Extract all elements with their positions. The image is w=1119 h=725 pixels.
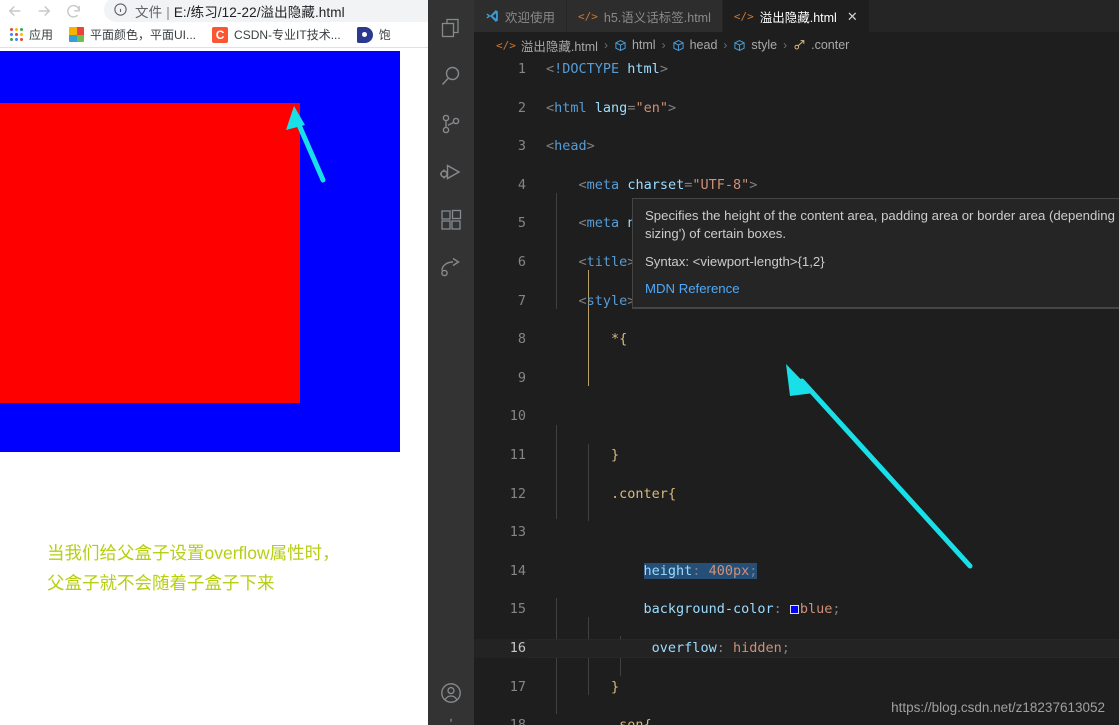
color-swatch-blue bbox=[789, 605, 799, 615]
code-editor[interactable]: 1 <!DOCTYPE html> 2 <html lang="en"> 3 <hea… bbox=[474, 58, 1119, 725]
run-debug-icon[interactable] bbox=[428, 148, 474, 196]
line-number: 18 bbox=[474, 716, 526, 725]
info-circle-icon[interactable] bbox=[113, 2, 128, 17]
line-number: 15 bbox=[509, 601, 526, 618]
line-number: 3 bbox=[517, 138, 526, 155]
breadcrumb-item-head[interactable]: head bbox=[690, 38, 718, 52]
back-arrow-icon[interactable] bbox=[6, 2, 24, 20]
live-share-icon[interactable] bbox=[428, 244, 474, 292]
annotation-arrow-up-icon bbox=[286, 106, 326, 183]
source-control-icon[interactable] bbox=[428, 100, 474, 148]
explorer-icon[interactable] bbox=[428, 4, 474, 52]
bookmark-csdn[interactable]: C CSDN-专业IT技术... bbox=[204, 22, 349, 48]
line-number: 13 bbox=[509, 524, 526, 541]
child-box-son bbox=[0, 103, 300, 403]
line-number: 6 bbox=[517, 253, 526, 270]
html-file-icon: </> bbox=[578, 9, 598, 23]
symbol-cube-icon bbox=[672, 39, 685, 52]
bookmark-label: CSDN-专业IT技术... bbox=[234, 28, 341, 42]
bookmark-blue-badge[interactable]: 饱 bbox=[349, 22, 399, 48]
tab-label: 溢出隐藏.html bbox=[759, 10, 837, 25]
line-number: 9 bbox=[517, 369, 526, 386]
line-number: 7 bbox=[517, 292, 526, 309]
breadcrumb-separator: › bbox=[603, 38, 608, 52]
tab-h5-semantic-html[interactable]: </> h5.语义话标签.html bbox=[567, 0, 723, 32]
rendered-page-viewport: 当我们给父盒子设置overflow属性时， 父盒子就不会随着子盒子下来 bbox=[0, 49, 428, 725]
apps-grid-icon bbox=[10, 28, 23, 41]
tab-welcome[interactable]: 欢迎使用 bbox=[474, 0, 568, 32]
line-number: 5 bbox=[517, 215, 526, 232]
extensions-icon[interactable] bbox=[428, 196, 474, 244]
bookmark-label: 平面颜色，平面UI... bbox=[90, 28, 197, 42]
line-number: 4 bbox=[517, 176, 526, 193]
tooltip-syntax: Syntax: <viewport-length>{1,2} bbox=[645, 254, 825, 269]
line-number: 10 bbox=[509, 408, 526, 425]
indent-guide bbox=[556, 425, 557, 519]
chrome-browser-window: 文件 | E:/练习/12-22/溢出隐藏.html 应用 平面颜色，平面UI...… bbox=[0, 0, 428, 725]
address-url-value: E:/练习/12-22/溢出隐藏.html bbox=[173, 4, 345, 20]
watermark-url: https://blog.csdn.net/z18237613052 bbox=[891, 700, 1105, 715]
line-number: 17 bbox=[509, 678, 526, 695]
breadcrumb-separator: › bbox=[783, 38, 788, 52]
html-file-icon: </> bbox=[733, 9, 754, 23]
line-number: 16 bbox=[509, 639, 526, 656]
breadcrumb-item-html[interactable]: html bbox=[632, 38, 656, 52]
browser-toolbar: 文件 | E:/练习/12-22/溢出隐藏.html bbox=[0, 0, 428, 22]
vscode-logo-icon bbox=[485, 9, 499, 23]
line-number: 11 bbox=[509, 446, 526, 463]
line-number: 14 bbox=[509, 562, 526, 579]
forward-arrow-icon[interactable] bbox=[35, 2, 53, 20]
breadcrumb-separator: › bbox=[723, 38, 728, 52]
symbol-cube-icon bbox=[614, 39, 627, 52]
vscode-window: 欢迎使用 </> h5.语义话标签.html </> 溢出隐藏.html ✕ <… bbox=[428, 0, 1119, 725]
line-number: 8 bbox=[517, 331, 526, 348]
editor-tab-bar: 欢迎使用 </> h5.语义话标签.html </> 溢出隐藏.html ✕ bbox=[474, 0, 1119, 32]
tab-label: h5.语义话标签.html bbox=[603, 10, 711, 25]
bookmark-apps[interactable]: 应用 bbox=[0, 22, 61, 48]
color-palette-favicon bbox=[69, 27, 85, 42]
symbol-cube-icon bbox=[733, 39, 746, 52]
line-number: 12 bbox=[509, 485, 526, 502]
activity-bar-bottom bbox=[428, 669, 474, 725]
hover-tooltip: Specifies the height of the content area… bbox=[632, 198, 1119, 309]
tab-overflow-hidden-html[interactable]: </> 溢出隐藏.html ✕ bbox=[722, 0, 870, 32]
breadcrumb-separator: › bbox=[661, 38, 666, 52]
bookmark-color-palette[interactable]: 平面颜色，平面UI... bbox=[61, 22, 204, 48]
activity-bar bbox=[428, 0, 474, 725]
address-scheme-label: 文件 bbox=[135, 4, 163, 20]
breadcrumb-item-file[interactable]: 溢出隐藏.html bbox=[521, 36, 598, 55]
breadcrumb: </> 溢出隐藏.html › html › head › style › .c… bbox=[474, 32, 1119, 58]
address-separator: | bbox=[166, 4, 170, 20]
tooltip-divider bbox=[633, 307, 1119, 308]
annotation-arrow-diagonal-icon bbox=[786, 364, 973, 569]
navigation-buttons bbox=[0, 2, 82, 20]
symbol-css-icon bbox=[793, 39, 806, 52]
search-icon[interactable] bbox=[428, 52, 474, 100]
bookmark-label: 饱 bbox=[378, 28, 391, 42]
account-icon[interactable] bbox=[428, 669, 474, 717]
mdn-reference-link[interactable]: MDN Reference bbox=[645, 280, 1119, 298]
bookmarks-bar: 应用 平面颜色，平面UI... C CSDN-专业IT技术... 饱 bbox=[0, 22, 428, 48]
line-number: 1 bbox=[517, 61, 526, 77]
breadcrumb-item-style[interactable]: style bbox=[751, 38, 777, 52]
tab-label: 欢迎使用 bbox=[505, 10, 556, 25]
csdn-favicon: C bbox=[212, 26, 229, 43]
line-number: 2 bbox=[517, 99, 526, 116]
close-icon[interactable]: ✕ bbox=[847, 10, 858, 23]
html-file-icon: </> bbox=[496, 38, 516, 52]
address-bar[interactable]: 文件 | E:/练习/12-22/溢出隐藏.html bbox=[104, 0, 428, 22]
reload-icon[interactable] bbox=[64, 2, 82, 20]
breadcrumb-item-conter[interactable]: .conter bbox=[811, 38, 849, 52]
tooltip-description: Specifies the height of the content area… bbox=[645, 208, 1119, 241]
bookmark-label: 应用 bbox=[29, 28, 54, 42]
blue-badge-favicon bbox=[356, 26, 373, 43]
settings-gear-icon[interactable] bbox=[428, 717, 474, 725]
annotation-note-text: 当我们给父盒子设置overflow属性时， 父盒子就不会随着子盒子下来 bbox=[47, 543, 340, 593]
address-bar-text: 文件 | E:/练习/12-22/溢出隐藏.html bbox=[135, 1, 345, 21]
